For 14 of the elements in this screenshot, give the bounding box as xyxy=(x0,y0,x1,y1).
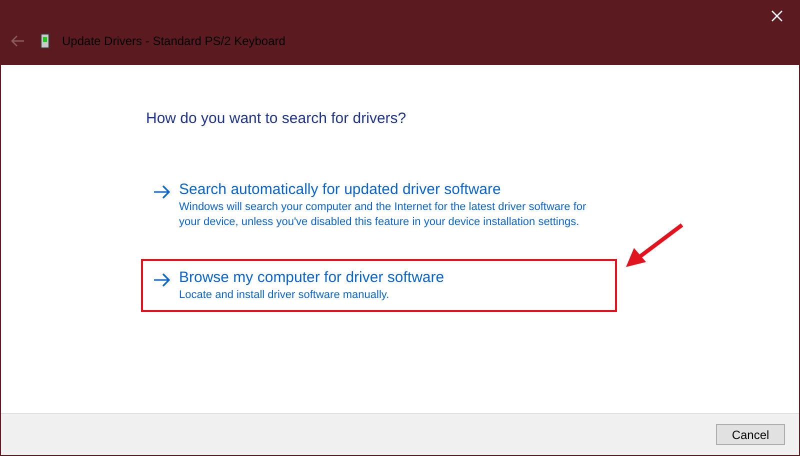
arrow-right-icon xyxy=(153,184,171,198)
back-arrow-icon xyxy=(11,35,25,47)
option-description: Locate and install driver software manually. xyxy=(179,288,390,302)
pointer-arrow-icon xyxy=(624,222,686,270)
cancel-button[interactable]: Cancel xyxy=(716,424,785,445)
option-title: Search automatically for updated driver software xyxy=(179,180,502,200)
arrow-right-icon xyxy=(153,272,171,286)
close-icon xyxy=(771,10,783,22)
option-link[interactable]: Browse my computer for driver software Locate and install driver software manually. xyxy=(141,258,617,312)
device-icon xyxy=(40,33,50,49)
window-title: Update Drivers - Standard PS/2 Keyboard xyxy=(62,33,286,50)
option-title: Browse my computer for driver software xyxy=(179,268,446,288)
option-description: Windows will search your computer and the Internet for the latest driver software for your device, unless you've disabled this feature in your device installation settings. xyxy=(179,200,588,230)
dialog-heading: How do you want to search for drivers? xyxy=(145,109,408,129)
